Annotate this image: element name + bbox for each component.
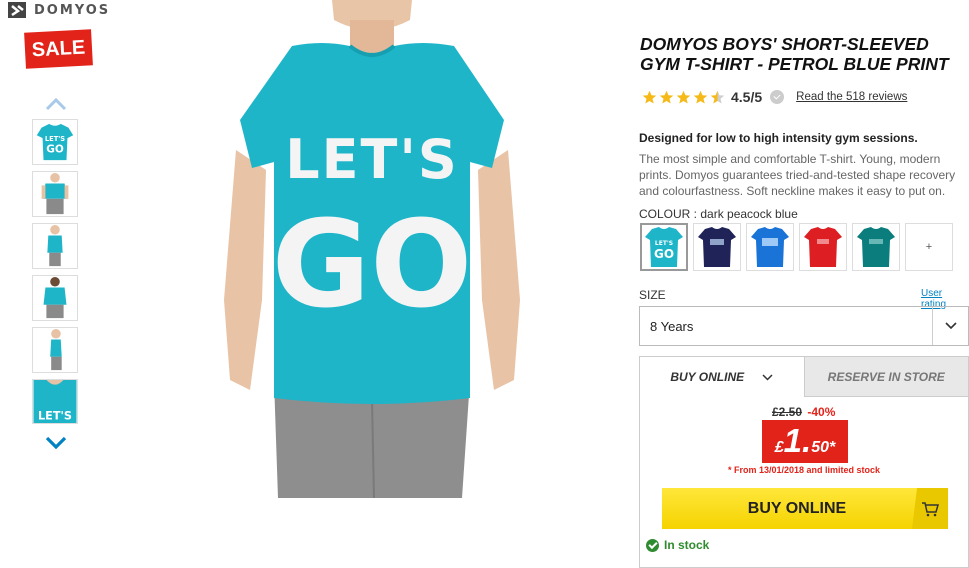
star-icon xyxy=(693,90,708,103)
cart-icon xyxy=(912,488,948,529)
sale-badge: SALE xyxy=(24,29,93,69)
thumbnail-image xyxy=(50,328,62,371)
size-selected-value: 8 Years xyxy=(650,318,694,334)
swatch-red[interactable] xyxy=(799,223,847,271)
rating-summary[interactable]: 4.5/5 Read the 518 reviews xyxy=(642,89,907,105)
thumbnail-model-back[interactable] xyxy=(32,275,78,321)
tshirt-swatch-icon: LET'S GO xyxy=(645,227,683,267)
tab-buy-online[interactable]: BUY ONLINE xyxy=(640,357,804,397)
thumbnail-front[interactable]: LET'S GO xyxy=(32,119,78,165)
shirt-print-lets: LET'S xyxy=(285,128,459,191)
rating-score: 4.5/5 xyxy=(731,89,763,105)
product-tagline: Designed for low to high intensity gym s… xyxy=(639,131,918,145)
purchase-tabs: BUY ONLINE RESERVE IN STORE xyxy=(640,357,968,397)
star-icon xyxy=(642,90,657,103)
brand-logo[interactable]: DOMYOS xyxy=(6,0,110,20)
tab-reserve-in-store[interactable]: RESERVE IN STORE xyxy=(803,357,968,397)
verified-check-icon[interactable] xyxy=(770,90,785,104)
old-price-value: £2.50 xyxy=(772,405,803,419)
thumbnail-image xyxy=(41,172,69,215)
price-currency: £ xyxy=(774,439,784,456)
size-label: SIZE xyxy=(639,288,666,302)
colour-value: dark peacock blue xyxy=(700,207,798,221)
more-colours-button[interactable]: + xyxy=(905,223,953,271)
thumbnail-image xyxy=(47,224,63,267)
domyos-logo-icon xyxy=(8,2,26,18)
shirt-print-go: GO xyxy=(272,196,473,335)
purchase-panel: BUY ONLINE RESERVE IN STORE £2.50 -40% £… xyxy=(639,356,969,568)
chevron-down-icon xyxy=(762,373,773,381)
star-icon xyxy=(676,90,691,103)
main-product-image[interactable]: LET'S GO xyxy=(222,0,522,498)
thumbnail-model-profile[interactable] xyxy=(32,327,78,373)
buy-online-button-label: BUY ONLINE xyxy=(747,499,847,517)
thumbnail-image: LET'S xyxy=(33,380,77,423)
chevron-up-icon[interactable] xyxy=(45,97,67,111)
svg-text:GO: GO xyxy=(654,247,674,261)
thumbnail-model-side[interactable] xyxy=(32,223,78,269)
svg-text:LET'S: LET'S xyxy=(38,409,72,422)
size-select[interactable]: 8 Years xyxy=(639,306,969,346)
read-reviews-link[interactable]: Read the 518 reviews xyxy=(796,91,907,103)
buy-online-button[interactable]: BUY ONLINE xyxy=(662,488,948,529)
swatch-blue[interactable] xyxy=(746,223,794,271)
check-circle-icon xyxy=(646,538,659,552)
svg-text:LET'S: LET'S xyxy=(45,135,65,143)
tshirt-swatch-icon xyxy=(857,227,895,267)
colour-label: COLOUR : dark peacock blue xyxy=(639,207,798,221)
discount-percent: -40% xyxy=(807,405,836,419)
svg-text:LET'S: LET'S xyxy=(655,240,673,247)
half-star-icon xyxy=(710,90,725,103)
swatch-dark-peacock-blue[interactable]: LET'S GO xyxy=(640,223,688,271)
old-price: £2.50 -40% xyxy=(772,405,835,419)
thumbnail-image xyxy=(43,276,67,319)
promo-note: * From 13/01/2018 and limited stock xyxy=(727,465,881,475)
colour-swatches: LET'S GO + xyxy=(640,223,953,271)
stock-status: In stock xyxy=(646,538,709,552)
thumbnail-image: LET'S GO xyxy=(36,123,74,161)
swatch-navy[interactable] xyxy=(693,223,741,271)
price-integer: 1. xyxy=(783,422,812,459)
thumbnail-print-closeup[interactable]: LET'S xyxy=(32,379,78,424)
thumbnail-model-front[interactable] xyxy=(32,171,78,217)
svg-text:GO: GO xyxy=(46,144,64,156)
product-title: DOMYOS BOYS' SHORT-SLEEVED GYM T-SHIRT -… xyxy=(640,34,949,74)
tshirt-swatch-icon xyxy=(751,227,789,267)
price-decimal: 50* xyxy=(811,439,836,456)
stock-status-text: In stock xyxy=(664,538,710,552)
current-price: £1. 50* xyxy=(762,420,848,463)
colour-label-prefix: COLOUR : xyxy=(639,207,701,221)
tshirt-swatch-icon xyxy=(804,227,842,267)
tshirt-swatch-icon xyxy=(698,227,736,267)
chevron-down-icon xyxy=(932,307,968,345)
star-icon xyxy=(659,90,674,103)
swatch-petrol[interactable] xyxy=(852,223,900,271)
product-description: The most simple and comfortable T-shirt.… xyxy=(639,152,956,198)
chevron-down-icon[interactable] xyxy=(45,435,67,449)
brand-name: DOMYOS xyxy=(34,2,111,18)
tab-buy-online-label: BUY ONLINE xyxy=(670,370,745,384)
